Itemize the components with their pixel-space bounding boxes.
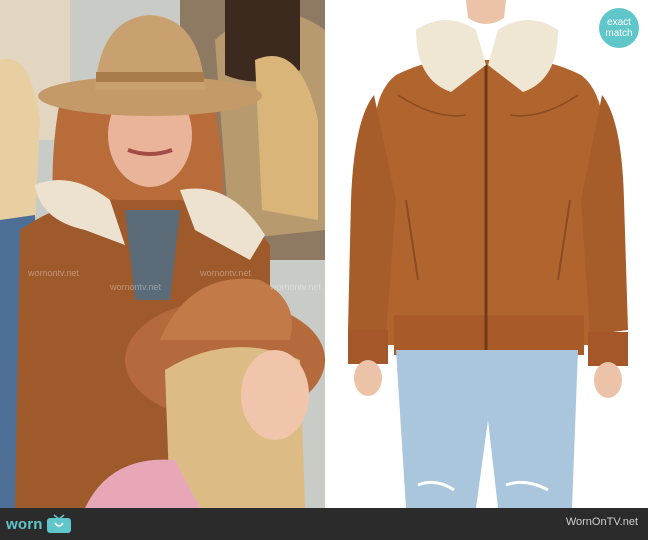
tv-icon	[46, 514, 71, 533]
scene-illustration	[0, 0, 325, 508]
exact-match-badge: exact match	[599, 8, 639, 48]
product-photo	[326, 0, 648, 508]
site-logo[interactable]: worn	[6, 513, 72, 535]
badge-line-2: match	[605, 28, 633, 39]
jacket-illustration	[326, 0, 648, 508]
site-url: WornOnTV.net	[565, 516, 638, 528]
logo-text: worn	[6, 515, 43, 533]
watermark-text: wornontv.net	[110, 282, 161, 292]
badge-line-1: exact	[607, 17, 631, 28]
footer-bar: worn WornOnTV.net	[0, 508, 648, 540]
watermark-text: wornontv.net	[270, 282, 321, 292]
scene-photo: wornontv.net wornontv.net wornontv.net w…	[0, 0, 325, 508]
watermark-text: wornontv.net	[28, 268, 79, 278]
watermark-text: wornontv.net	[200, 268, 251, 278]
